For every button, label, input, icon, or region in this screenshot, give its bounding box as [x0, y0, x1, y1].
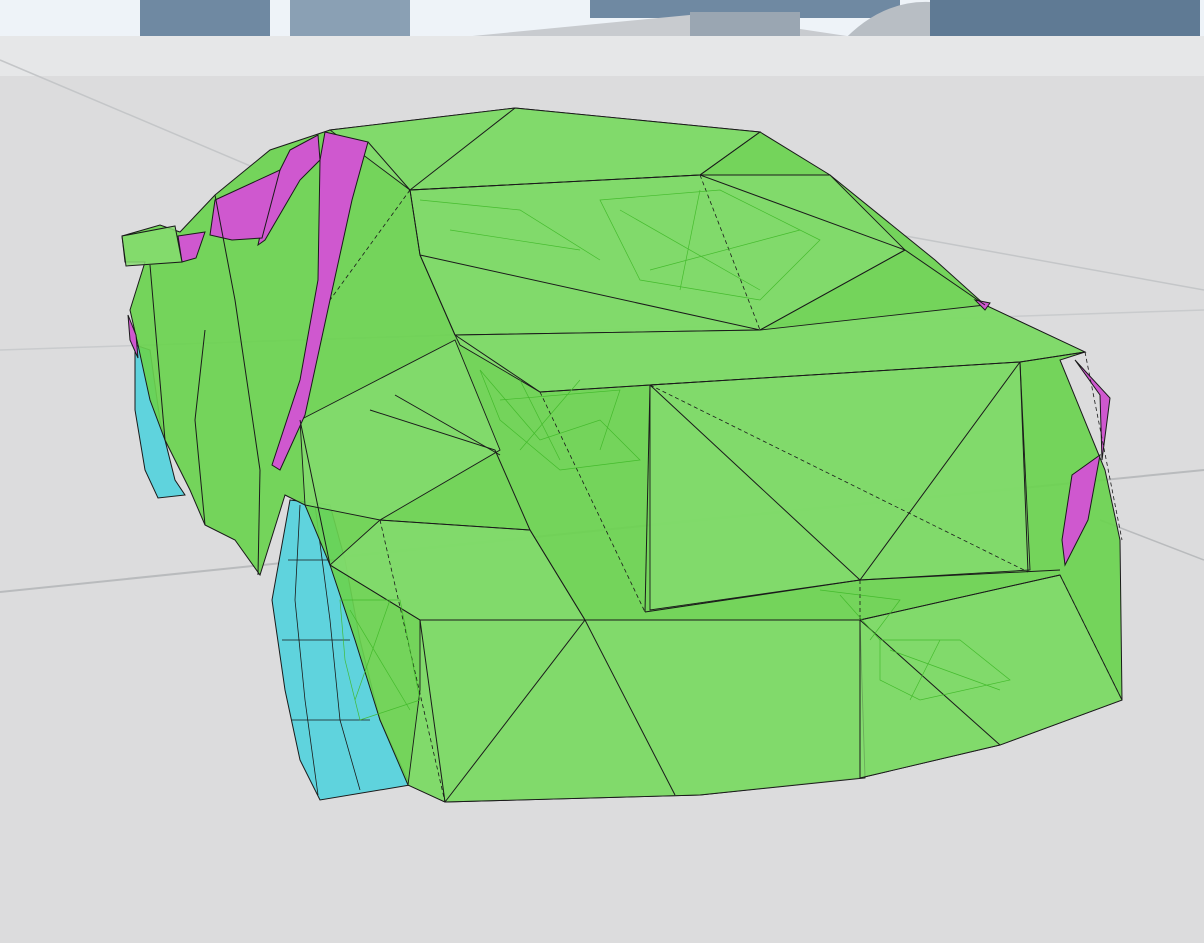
- scene-canvas: [0, 0, 1204, 943]
- ground-shade: [0, 36, 1204, 76]
- rear-panel-facet: [649, 361, 1031, 611]
- bumper-facet: [407, 619, 866, 803]
- game-viewport[interactable]: [0, 0, 1204, 943]
- distant-building: [140, 0, 270, 40]
- distant-building: [290, 0, 410, 40]
